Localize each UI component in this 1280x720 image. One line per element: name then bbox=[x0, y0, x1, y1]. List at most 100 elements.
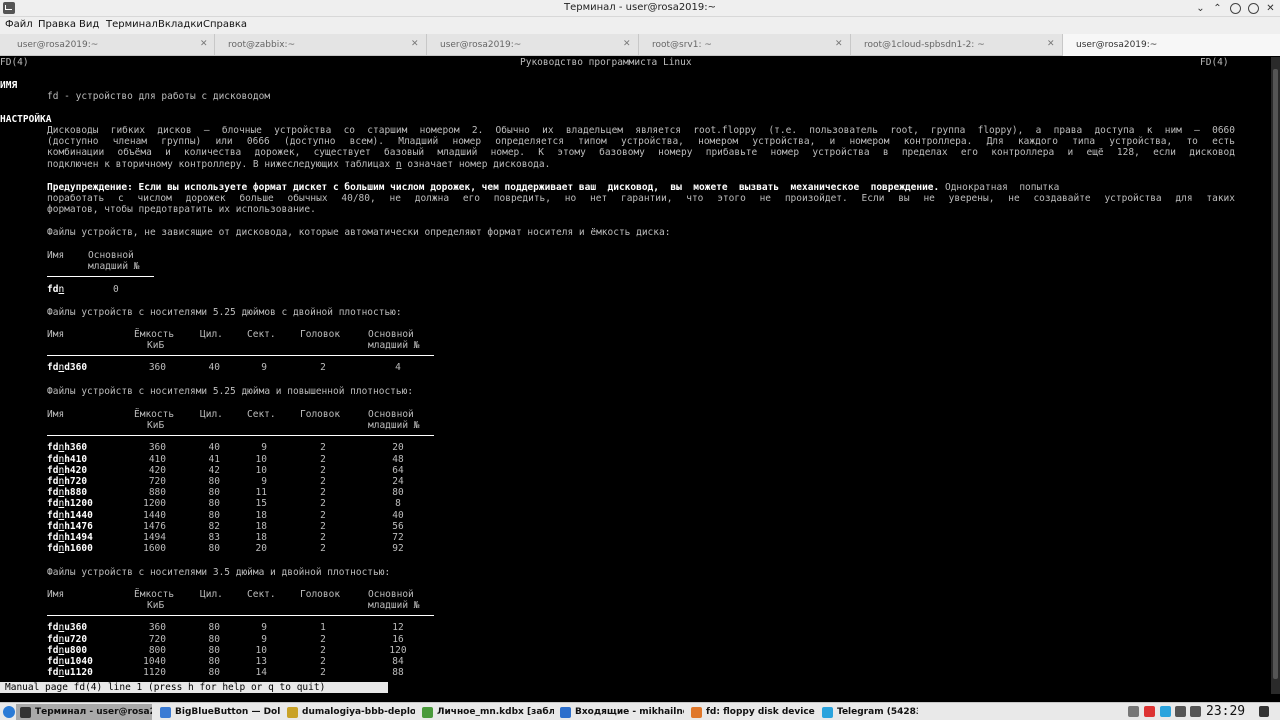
device-suffix: u800 bbox=[64, 644, 88, 656]
cell-minor: 40 bbox=[392, 509, 404, 521]
device-prefix: fd bbox=[47, 498, 59, 510]
cell-cyl: 80 bbox=[208, 509, 220, 521]
cell-cap: 420 bbox=[148, 464, 166, 476]
device-name: fdnh880 bbox=[47, 487, 87, 499]
table2-title: Файлы устройств с носителями 5.25 дюйма … bbox=[47, 386, 414, 397]
table-header2: КиБ младший № bbox=[0, 600, 1271, 612]
start-menu-icon[interactable] bbox=[3, 706, 15, 718]
menu-tabs[interactable]: Вкладки bbox=[158, 19, 203, 30]
device-prefix: fd bbox=[47, 633, 59, 645]
device-prefix: fd bbox=[47, 487, 59, 499]
cell-cyl: 80 bbox=[208, 644, 220, 656]
cell-heads: 2 bbox=[320, 464, 326, 476]
tab-1[interactable]: user@rosa2019:~ ✕ bbox=[0, 34, 215, 56]
cell-sect: 18 bbox=[255, 520, 267, 532]
cell-cyl: 41 bbox=[208, 453, 220, 465]
cell-heads: 2 bbox=[320, 442, 326, 454]
maximize-icon[interactable] bbox=[1248, 3, 1259, 14]
taskbar-item[interactable]: Входящие - mikhailnov... bbox=[556, 704, 684, 720]
tab-3[interactable]: user@rosa2019:~ ✕ bbox=[427, 34, 639, 56]
device-suffix: h1200 bbox=[64, 498, 93, 510]
taskbar-item[interactable]: fd: floppy disk device - Li... bbox=[687, 704, 815, 720]
col-capacity: Ёмкость bbox=[134, 329, 175, 340]
cell-cap: 1440 bbox=[143, 509, 166, 521]
device-prefix: fd bbox=[47, 656, 59, 667]
window-titlebar: Терминал - user@rosa2019:~ ⌄ ⌃ ✕ bbox=[0, 0, 1280, 17]
tab-4[interactable]: root@srv1: ~ ✕ bbox=[639, 34, 851, 56]
menu-terminal[interactable]: Терминал bbox=[106, 19, 158, 30]
network-tray-icon[interactable] bbox=[1190, 706, 1201, 717]
tab-close-icon[interactable]: ✕ bbox=[411, 39, 419, 49]
close-window-icon[interactable]: ✕ bbox=[1265, 3, 1276, 14]
window-shade-icon[interactable]: ⌃ bbox=[1212, 3, 1223, 14]
table-rule bbox=[47, 276, 154, 277]
taskbar-item-label: Терминал - user@rosa20... bbox=[35, 707, 152, 717]
device-suffix: h410 bbox=[64, 453, 88, 465]
taskbar-item[interactable]: Терминал - user@rosa20... bbox=[16, 704, 152, 720]
cell-heads: 2 bbox=[320, 656, 326, 667]
scrollbar-thumb[interactable] bbox=[1273, 69, 1278, 679]
menu-file[interactable]: Файл bbox=[5, 19, 33, 30]
clipboard-tray-icon[interactable] bbox=[1128, 706, 1139, 717]
cell-sect: 9 bbox=[261, 442, 267, 454]
taskbar: Терминал - user@rosa20... BigBlueButton —… bbox=[0, 702, 1280, 720]
cell-minor: 80 bbox=[392, 487, 404, 499]
minimize-icon[interactable] bbox=[1230, 3, 1241, 14]
cell-sect: 18 bbox=[255, 509, 267, 521]
tab-5[interactable]: root@1cloud-spbsdn1-2: ~ ✕ bbox=[851, 34, 1063, 56]
device-name: fdnh360 bbox=[47, 442, 87, 454]
taskbar-app-icon bbox=[287, 706, 298, 718]
tab-label: user@rosa2019:~ bbox=[17, 40, 99, 50]
col-minor: Основной bbox=[368, 589, 414, 600]
tab-6-active[interactable]: user@rosa2019:~ bbox=[1063, 34, 1280, 56]
terminal-scrollbar[interactable] bbox=[1271, 57, 1280, 694]
cell-sect: 9 bbox=[261, 633, 267, 645]
table-header: Имя Ёмкость Цил. Сект. Головок Основной bbox=[0, 409, 1271, 421]
taskbar-app-icon bbox=[20, 706, 31, 718]
col-minor: младший № bbox=[368, 340, 420, 352]
window-menu-icon[interactable]: ⌄ bbox=[1195, 3, 1206, 14]
table-row: fdnh420 420 42 10 2 64 bbox=[0, 465, 1271, 477]
tab-2[interactable]: root@zabbix:~ ✕ bbox=[215, 34, 427, 56]
taskbar-item[interactable]: Telegram (54283) bbox=[818, 704, 918, 720]
device-suffix: h1440 bbox=[64, 509, 93, 521]
table-rule bbox=[47, 615, 434, 617]
cell-cap: 1200 bbox=[143, 498, 166, 510]
pager-status-line: Manual page fd(4) line 1 (press h for he… bbox=[0, 682, 388, 693]
device-prefix: fd bbox=[47, 476, 59, 487]
cell-cap: 800 bbox=[148, 644, 166, 656]
taskbar-item-label: Личное_mn.kdbx [забло... bbox=[437, 707, 554, 717]
terminal-output[interactable]: FD(4) Руководство программиста Linux FD(… bbox=[0, 57, 1271, 694]
clock[interactable]: 23:29 bbox=[1206, 704, 1245, 719]
tab-close-icon[interactable]: ✕ bbox=[1047, 39, 1055, 49]
menu-view[interactable]: Вид bbox=[79, 19, 99, 30]
cell-sect: 9 bbox=[261, 362, 267, 374]
auto-table-header2: младший № bbox=[0, 261, 1271, 273]
cell-heads: 2 bbox=[320, 667, 326, 679]
device-name: fdnu720 bbox=[47, 634, 87, 646]
taskbar-item[interactable]: dumalogiya-bbb-deploy.... bbox=[283, 704, 415, 720]
notification-tray-icon[interactable] bbox=[1144, 706, 1155, 717]
tab-label: root@1cloud-spbsdn1-2: ~ bbox=[864, 40, 985, 50]
menu-help[interactable]: Справка bbox=[203, 19, 247, 30]
device-suffix: u1120 bbox=[64, 667, 93, 679]
menu-edit[interactable]: Правка bbox=[38, 19, 76, 30]
table-row: fdnh720 720 80 9 2 24 bbox=[0, 476, 1271, 488]
tab-bar: user@rosa2019:~ ✕ root@zabbix:~ ✕ user@r… bbox=[0, 34, 1280, 56]
volume-tray-icon[interactable] bbox=[1175, 706, 1186, 717]
table-header: Имя Ёмкость Цил. Сект. Головок Основной bbox=[0, 329, 1271, 341]
man-header-right: FD(4) bbox=[1200, 57, 1229, 68]
device-prefix: fd bbox=[47, 464, 59, 476]
tab-close-icon[interactable]: ✕ bbox=[623, 39, 631, 49]
tab-close-icon[interactable]: ✕ bbox=[200, 39, 208, 49]
minor-number: 0 bbox=[113, 284, 119, 295]
device-suffix: h360 bbox=[64, 442, 88, 454]
table-row: fdnh1476 1476 82 18 2 56 bbox=[0, 521, 1271, 533]
telegram-tray-icon[interactable] bbox=[1160, 706, 1171, 717]
tab-close-icon[interactable]: ✕ bbox=[835, 39, 843, 49]
table3-title: Файлы устройств с носителями 3.5 дюйма и… bbox=[47, 567, 391, 578]
show-desktop-icon[interactable] bbox=[1259, 706, 1269, 717]
col-heads: Головок bbox=[300, 589, 341, 600]
taskbar-item[interactable]: BigBlueButton — Dolphin bbox=[156, 704, 280, 720]
taskbar-item[interactable]: Личное_mn.kdbx [забло... bbox=[418, 704, 554, 720]
